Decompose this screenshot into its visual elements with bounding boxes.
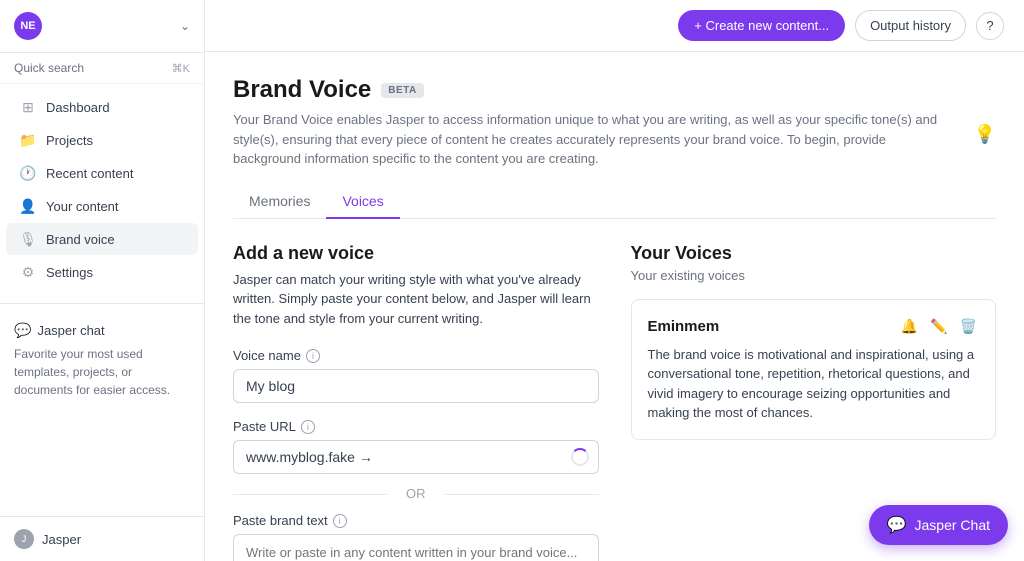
clock-icon: 🕐 (20, 165, 36, 181)
beta-badge: BETA (381, 83, 423, 98)
sidebar-header: NE ⌄ (0, 0, 204, 53)
tabs: Memories Voices (233, 185, 996, 219)
paste-url-label: Paste URL i (233, 419, 599, 434)
jasper-label: Jasper (42, 532, 81, 547)
jasper-chat-button[interactable]: 💬 Jasper Chat (869, 505, 1008, 545)
help-button[interactable]: ? (976, 12, 1004, 40)
sidebar-item-brand-voice[interactable]: 🎙 Brand voice (6, 223, 198, 255)
voice-actions: 🔔 ✏️ 🗑️ (899, 316, 979, 337)
sidebar-divider (0, 303, 204, 304)
page-title: Brand Voice (233, 76, 371, 104)
or-divider: OR (233, 474, 599, 513)
sidebar-item-label: Your content (46, 199, 119, 214)
voice-name-label: Voice name i (233, 348, 599, 363)
add-voice-section: Add a new voice Jasper can match your wr… (233, 243, 599, 561)
sidebar-item-settings[interactable]: ⚙ Settings (6, 256, 198, 288)
sidebar-item-projects[interactable]: 📁 Projects (6, 124, 198, 156)
folder-icon: 📁 (20, 132, 36, 148)
page-description: Your Brand Voice enables Jasper to acces… (233, 110, 953, 169)
sidebar-item-label: Recent content (46, 166, 133, 181)
paste-url-info-icon[interactable]: i (301, 420, 315, 434)
voice-card: Eminmem 🔔 ✏️ 🗑️ The brand voice is motiv… (631, 299, 997, 440)
brand-textarea-wrapper: 0/2000 (233, 534, 599, 561)
add-voice-title: Add a new voice (233, 243, 599, 264)
sidebar-item-label: Dashboard (46, 100, 110, 115)
mic-icon: 🎙 (20, 231, 36, 247)
voice-copy-button[interactable]: 🔔 (899, 316, 920, 337)
sidebar-item-label: Brand voice (46, 232, 115, 247)
url-input-wrapper (233, 440, 599, 474)
content-area: 💡 Brand Voice BETA Your Brand Voice enab… (205, 52, 1024, 561)
grid-icon: ⊞ (20, 99, 36, 115)
quick-search-kbd: ⌘K (172, 62, 190, 75)
jasper-chat-btn-label: Jasper Chat (915, 517, 990, 533)
jasper-chat-desc: Favorite your most used templates, proje… (14, 345, 190, 399)
chevron-down-icon[interactable]: ⌄ (180, 19, 190, 33)
url-input[interactable] (233, 440, 599, 474)
sidebar-item-label: Settings (46, 265, 93, 280)
voice-edit-button[interactable]: ✏️ (928, 316, 949, 337)
sidebar-bottom[interactable]: J Jasper (0, 516, 204, 561)
sidebar-item-recent[interactable]: 🕐 Recent content (6, 157, 198, 189)
voice-name-info-icon[interactable]: i (306, 349, 320, 363)
quick-search[interactable]: Quick search ⌘K (0, 53, 204, 84)
loading-spinner (571, 448, 589, 466)
tab-voices[interactable]: Voices (326, 185, 399, 219)
avatar: NE (14, 12, 42, 40)
voice-name-input[interactable] (233, 369, 599, 403)
your-voices-subtitle: Your existing voices (631, 268, 997, 283)
lightbulb-icon[interactable]: 💡 (974, 124, 996, 145)
voice-name: Eminmem (648, 318, 720, 335)
your-voices-title: Your Voices (631, 243, 997, 264)
page-header: Brand Voice BETA Your Brand Voice enable… (233, 76, 996, 169)
jasper-chat-label[interactable]: 💬 Jasper chat (14, 322, 190, 339)
output-history-button[interactable]: Output history (855, 10, 966, 41)
brand-textarea[interactable] (233, 534, 599, 561)
voice-card-header: Eminmem 🔔 ✏️ 🗑️ (648, 316, 980, 337)
jasper-chat-section: 💬 Jasper chat Favorite your most used te… (0, 312, 204, 516)
tab-memories[interactable]: Memories (233, 185, 326, 219)
paste-brand-text-label: Paste brand text i (233, 513, 599, 528)
sidebar-item-dashboard[interactable]: ⊞ Dashboard (6, 91, 198, 123)
sidebar: NE ⌄ Quick search ⌘K ⊞ Dashboard 📁 Proje… (0, 0, 205, 561)
add-voice-desc: Jasper can match your writing style with… (233, 270, 599, 329)
sidebar-item-your-content[interactable]: 👤 Your content (6, 190, 198, 222)
main-content: + Create new content... Output history ?… (205, 0, 1024, 561)
user-icon: 👤 (20, 198, 36, 214)
chat-bubble-icon: 💬 (887, 515, 907, 535)
create-new-content-button[interactable]: + Create new content... (678, 10, 845, 41)
chat-icon: 💬 (14, 322, 31, 339)
jasper-logo-icon: J (14, 529, 34, 549)
voice-description: The brand voice is motivational and insp… (648, 345, 980, 423)
quick-search-label: Quick search (14, 61, 84, 75)
sidebar-item-label: Projects (46, 133, 93, 148)
nav-list: ⊞ Dashboard 📁 Projects 🕐 Recent content … (0, 84, 204, 295)
gear-icon: ⚙ (20, 264, 36, 280)
page-title-row: Brand Voice BETA (233, 76, 996, 104)
voice-delete-button[interactable]: 🗑️ (958, 316, 979, 337)
paste-brand-text-info-icon[interactable]: i (333, 514, 347, 528)
top-bar: + Create new content... Output history ? (205, 0, 1024, 52)
